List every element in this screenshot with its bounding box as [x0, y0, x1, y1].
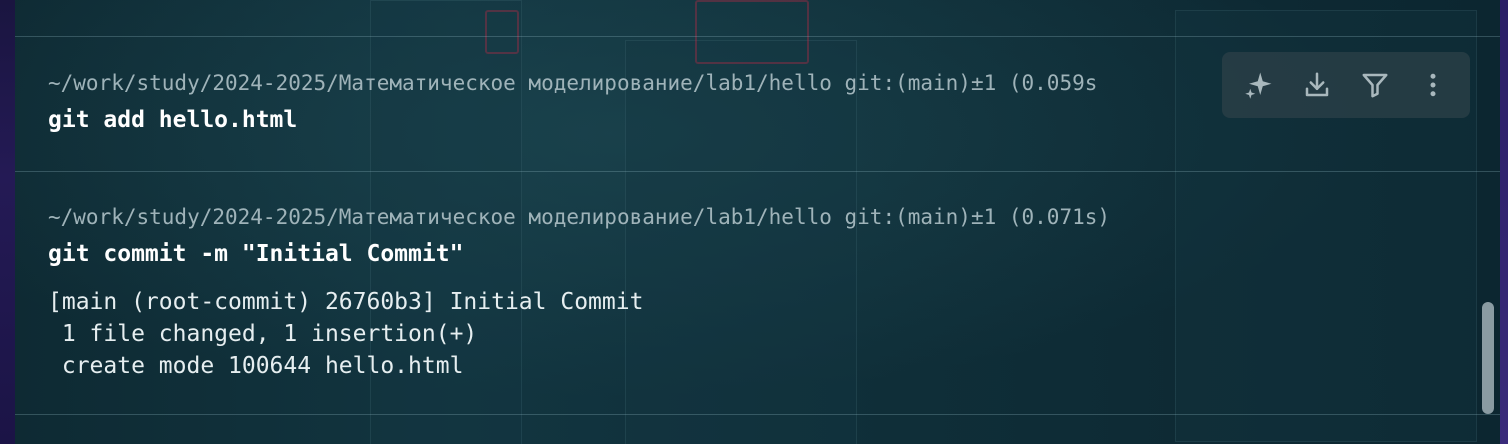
block-divider [15, 36, 1500, 37]
prompt-line: ~/work/study/2024-2025/Математическое мо… [48, 205, 1111, 229]
background-decoration [625, 40, 857, 444]
filter-button[interactable] [1353, 63, 1397, 107]
vertical-scrollbar[interactable] [1482, 302, 1494, 414]
download-icon [1305, 72, 1329, 97]
sparkle-icon [1245, 72, 1272, 99]
window-frame-right [1500, 0, 1508, 444]
ai-assist-button[interactable] [1237, 63, 1281, 107]
block-divider [15, 171, 1500, 172]
block-toolbar [1222, 52, 1470, 118]
terminal-output-area[interactable]: ~/work/study/2024-2025/Математическое мо… [15, 0, 1500, 444]
more-options-button[interactable] [1411, 63, 1455, 107]
block-divider [15, 414, 1500, 415]
save-output-button[interactable] [1295, 63, 1339, 107]
command-output: [main (root-commit) 26760b3] Initial Com… [48, 289, 644, 379]
background-neon-sign [485, 10, 519, 54]
window-frame-left [0, 0, 15, 444]
command-line: git add hello.html [48, 107, 298, 133]
filter-icon [1362, 73, 1388, 98]
command-line: git commit -m "Initial Commit" [48, 241, 464, 267]
more-vertical-icon [1430, 73, 1436, 97]
background-neon-sign [695, 0, 809, 64]
prompt-line: ~/work/study/2024-2025/Математическое мо… [48, 71, 1098, 95]
